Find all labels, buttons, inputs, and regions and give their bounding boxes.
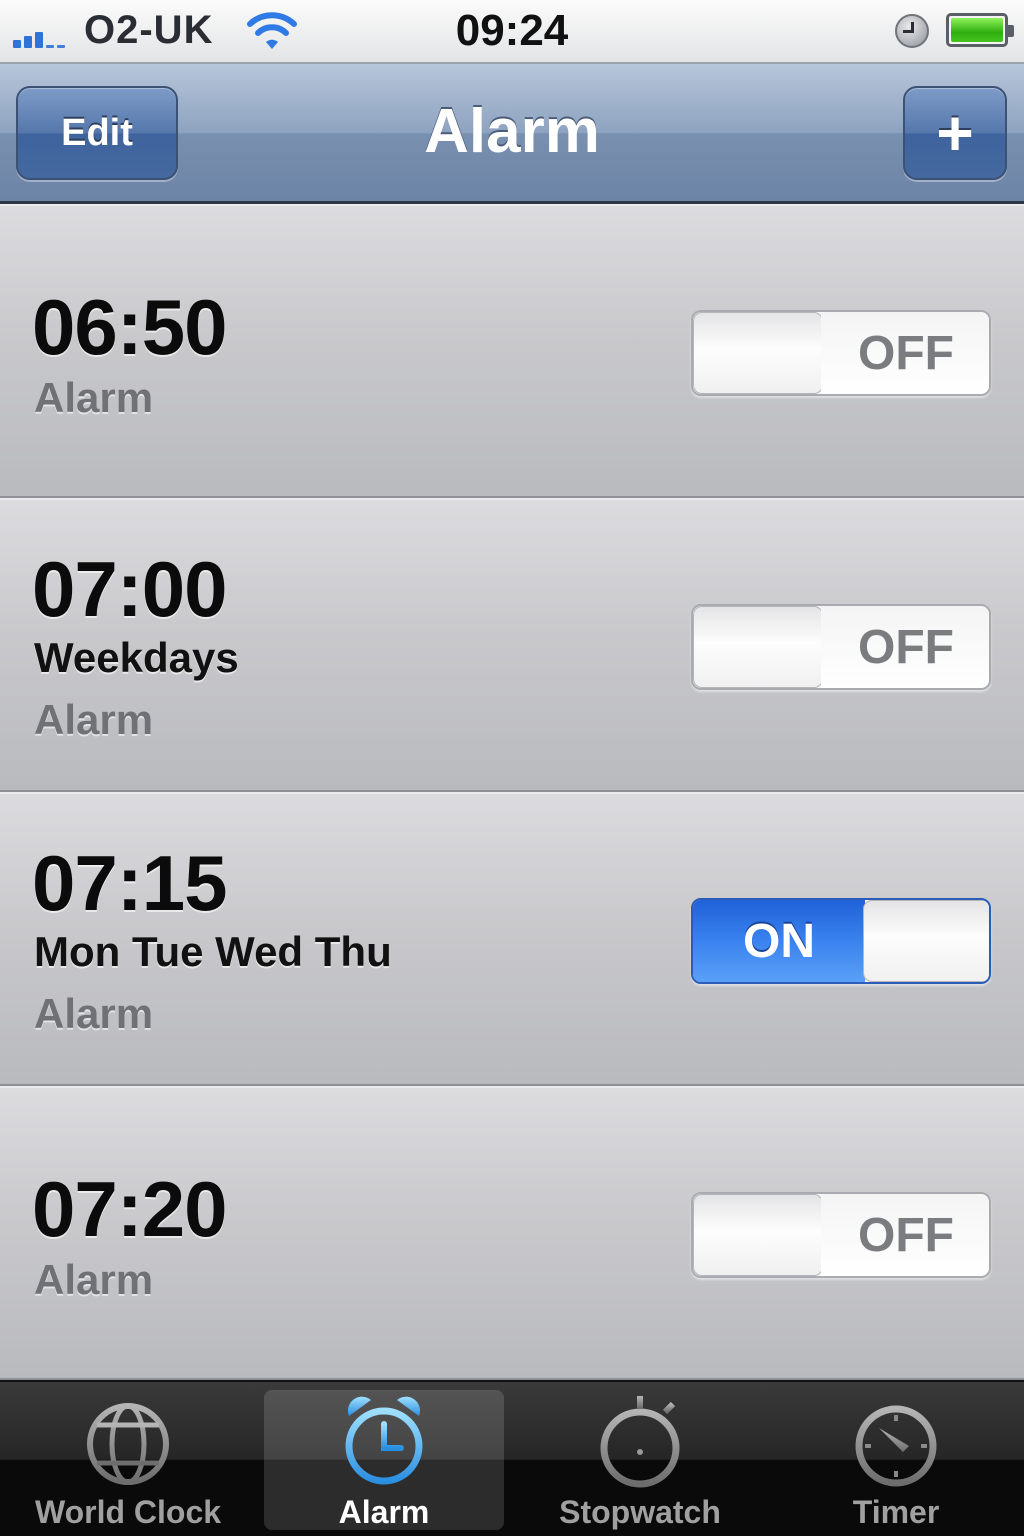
add-alarm-button[interactable]: + <box>903 86 1007 180</box>
stopwatch-icon <box>600 1396 680 1488</box>
alarm-toggle[interactable]: OFF <box>691 604 991 690</box>
toggle-knob <box>693 312 823 394</box>
timer-icon <box>855 1405 937 1487</box>
toggle-state-label: ON <box>693 900 865 982</box>
toggle-knob <box>693 606 823 688</box>
toggle-knob <box>863 900 989 982</box>
alarm-label: Alarm <box>34 1256 154 1303</box>
status-time: 09:24 <box>455 6 569 55</box>
battery-icon <box>946 13 1014 47</box>
tab-label: Alarm <box>338 1494 430 1530</box>
alarm-row[interactable]: 07:00 Weekdays Alarm OFF <box>0 498 1024 792</box>
alarm-label: Alarm <box>34 990 154 1037</box>
alarm-clock-icon <box>345 1396 423 1485</box>
tab-stopwatch[interactable]: Stopwatch <box>512 1382 768 1536</box>
tab-bar: World Clock Alarm Stopwatch Timer <box>0 1380 1024 1536</box>
alarm-time: 06:50 <box>32 283 227 371</box>
alarm-list: 06:50 Alarm OFF 07:00 Weekdays Alarm OFF… <box>0 204 1024 1380</box>
tab-world-clock[interactable]: World Clock <box>0 1382 256 1536</box>
alarm-time: 07:15 <box>32 839 227 927</box>
tab-timer[interactable]: Timer <box>768 1382 1024 1536</box>
alarm-row[interactable]: 07:15 Mon Tue Wed Thu Alarm ON <box>0 792 1024 1086</box>
toggle-state-label: OFF <box>821 606 989 688</box>
tab-label: World Clock <box>34 1494 222 1530</box>
alarm-time: 07:20 <box>32 1165 227 1253</box>
alarm-repeat: Mon Tue Wed Thu <box>34 928 392 975</box>
toggle-knob <box>693 1194 823 1276</box>
alarm-toggle[interactable]: OFF <box>691 310 991 396</box>
status-bar: O2-UK 09:24 <box>0 0 1024 64</box>
alarm-label: Alarm <box>34 696 154 743</box>
alarm-time: 07:00 <box>32 545 227 633</box>
alarm-repeat: Weekdays <box>34 634 239 681</box>
tab-label: Timer <box>852 1494 940 1530</box>
tab-alarm[interactable]: Alarm <box>256 1382 512 1536</box>
toggle-state-label: OFF <box>821 312 989 394</box>
alarm-toggle[interactable]: OFF <box>691 1192 991 1278</box>
toggle-state-label: OFF <box>821 1194 989 1276</box>
globe-icon <box>87 1403 169 1485</box>
navigation-bar: Edit Alarm + <box>0 64 1024 204</box>
page-title: Alarm <box>424 97 600 166</box>
alarm-label: Alarm <box>34 374 154 421</box>
alarm-toggle[interactable]: ON <box>691 898 991 984</box>
tab-label: Stopwatch <box>559 1494 721 1530</box>
alarm-indicator-icon <box>895 14 929 48</box>
alarm-row[interactable]: 07:20 Alarm OFF <box>0 1086 1024 1380</box>
alarm-row[interactable]: 06:50 Alarm OFF <box>0 204 1024 498</box>
